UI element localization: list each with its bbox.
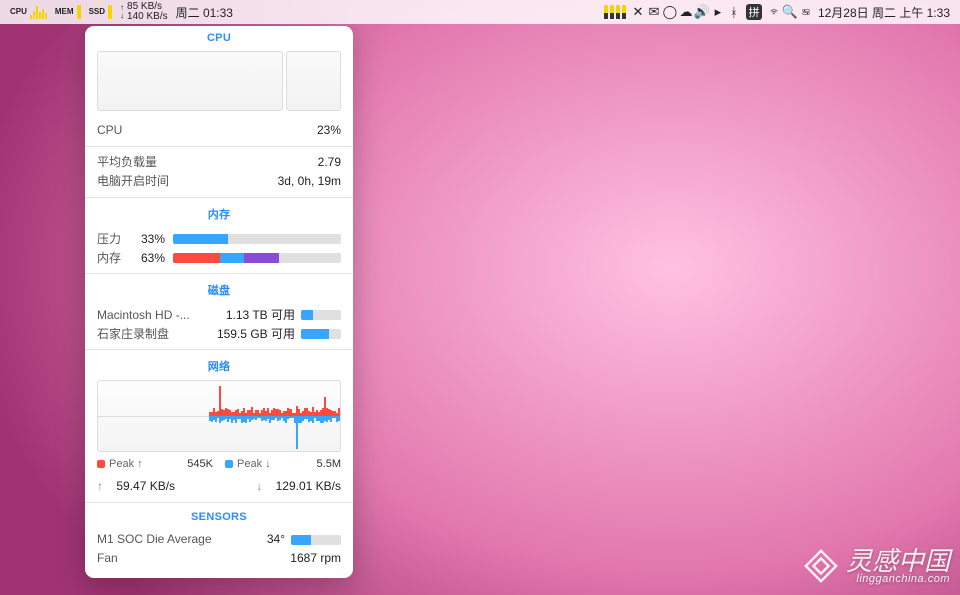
disk-section-title: 磁盘 — [85, 276, 353, 301]
cpu-section-title: CPU — [85, 26, 353, 47]
cpu-pct-row: CPU 23% — [97, 121, 341, 140]
mem-row: 内存 63% — [97, 248, 341, 267]
cpu-chart-cores — [286, 51, 341, 111]
disk-row: Macintosh HD -...1.13 TB 可用 — [97, 305, 341, 324]
menubar-battery-bars[interactable] — [600, 0, 630, 24]
pressure-row: 压力 33% — [97, 229, 341, 248]
clock-left[interactable]: 周二 01:33 — [172, 0, 237, 24]
watermark: 灵感中国 lingganchina.com — [802, 547, 950, 585]
control-center-icon[interactable] — [798, 0, 814, 24]
sensors-section-title: SENSORS — [85, 505, 353, 526]
menubar-ssd[interactable]: SSD — [85, 0, 116, 24]
menubar-cpu[interactable]: CPU — [6, 0, 51, 24]
temp-bar — [291, 535, 341, 545]
battery-bars-icon — [604, 5, 626, 19]
net-rates: 85 KB/s140 KB/s — [127, 2, 168, 22]
pressure-bar — [173, 234, 341, 244]
bluetooth-icon[interactable]: ᚼ — [726, 0, 742, 24]
spotlight-icon[interactable]: 🔍 — [782, 0, 798, 24]
mem-section-title: 内存 — [85, 200, 353, 225]
pinyin-icon: 拼 — [746, 4, 762, 20]
clock-right[interactable]: 12月28日 周二 上午 1:33 — [814, 0, 954, 24]
input-method[interactable]: 拼 — [742, 0, 766, 24]
cpu-graph-icon — [30, 5, 47, 19]
volume-icon[interactable]: 🔊 — [694, 0, 710, 24]
cloud-icon[interactable]: ☁ — [678, 0, 694, 24]
play-icon[interactable]: ▸ — [710, 0, 726, 24]
istat-dropdown: CPU CPU 23% 平均负载量 2.79 电脑开启时间 3d, 0h, 19… — [85, 26, 353, 578]
menubar-net[interactable]: ↑↓ 85 KB/s140 KB/s — [116, 0, 172, 24]
wechat-icon[interactable]: ✉ — [646, 0, 662, 24]
mem-bar — [173, 253, 341, 263]
cpu-chart-main — [97, 51, 283, 111]
wifi-icon[interactable] — [766, 0, 782, 24]
net-rate-row: ↑ 59.47 KB/s ↓ 129.01 KB/s — [97, 477, 341, 496]
temp-row: M1 SOC Die Average 34° — [97, 530, 341, 549]
mem-label: MEM — [55, 8, 74, 16]
peak-up-icon — [97, 460, 105, 468]
peak-dn-icon — [225, 460, 233, 468]
crosshair-icon[interactable]: ✕ — [630, 0, 646, 24]
uptime-row: 电脑开启时间 3d, 0h, 19m — [97, 172, 341, 191]
net-arrows-icon: ↑↓ — [120, 4, 124, 20]
menubar: CPU MEM SSD ↑↓ 85 KB/s140 KB/s 周二 01:33 … — [0, 0, 960, 24]
disk-row: 石家庄录制盘159.5 GB 可用 — [97, 324, 341, 343]
ssd-label: SSD — [89, 8, 105, 16]
cpu-chart — [97, 51, 341, 111]
cpu-label: CPU — [10, 8, 27, 16]
net-chart — [97, 380, 341, 452]
mem-bar-icon — [77, 5, 81, 19]
net-peak-row: Peak ↑ 545K Peak ↓ 5.5M — [85, 456, 353, 473]
fan-row: Fan 1687 rpm — [97, 549, 341, 568]
ssd-bar-icon — [108, 5, 112, 19]
load-avg-row: 平均负载量 2.79 — [97, 153, 341, 172]
net-section-title: 网络 — [85, 352, 353, 377]
shield-icon[interactable]: ◯ — [662, 0, 678, 24]
menubar-mem[interactable]: MEM — [51, 0, 85, 24]
